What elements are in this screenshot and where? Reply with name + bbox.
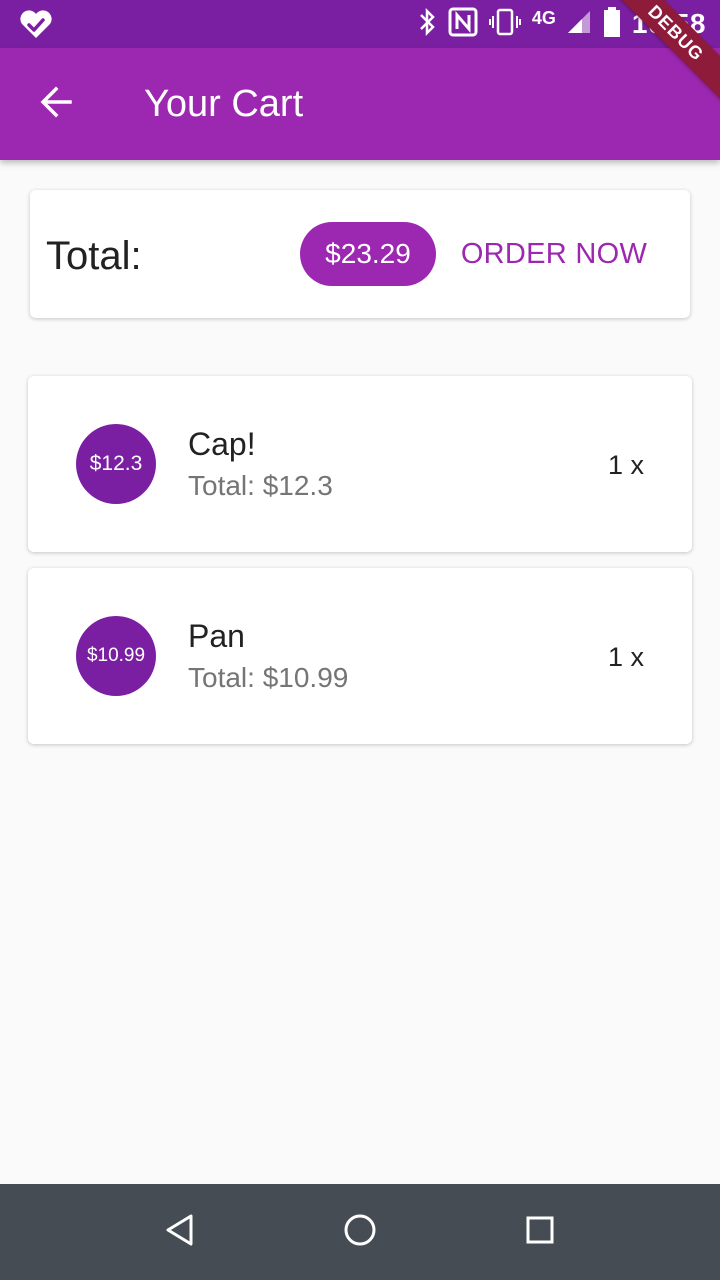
system-nav-bar [0,1184,720,1280]
item-quantity: 1 x [607,642,644,672]
signal-icon [566,9,592,40]
square-recents-icon [525,1215,555,1250]
network-type: 4G [531,7,556,28]
total-card: Total: $23.29 ORDER NOW [30,190,690,318]
nav-back-button[interactable] [150,1202,210,1262]
page-title: Your Cart [144,83,304,125]
item-title: Cap! [188,426,256,462]
status-bar: 4G 10:58 [0,0,720,48]
battery-icon [602,6,622,43]
bluetooth-icon [418,7,438,42]
app-bar: Your Cart [0,48,720,160]
order-now-button[interactable]: ORDER NOW [454,222,654,286]
price-avatar: $12.3 [76,424,156,504]
cart-item[interactable]: $12.3 Cap! Total: $12.3 1 x [28,376,692,552]
nav-home-button[interactable] [330,1202,390,1262]
heart-check-icon [18,6,54,42]
total-label: Total: [46,234,142,278]
circle-home-icon [343,1213,377,1252]
nfc-icon [448,7,478,42]
item-quantity: 1 x [607,450,644,480]
arrow-back-icon [38,84,74,125]
cart-item[interactable]: $10.99 Pan Total: $10.99 1 x [28,568,692,744]
price-avatar: $10.99 [76,616,156,696]
nav-recents-button[interactable] [510,1202,570,1262]
item-title: Pan [188,618,245,654]
total-amount-chip: $23.29 [300,222,436,286]
back-button[interactable] [28,76,84,132]
triangle-back-icon [164,1213,196,1252]
item-subtotal: Total: $10.99 [188,662,349,693]
vibrate-icon [488,7,522,42]
item-subtotal: Total: $12.3 [188,470,333,501]
